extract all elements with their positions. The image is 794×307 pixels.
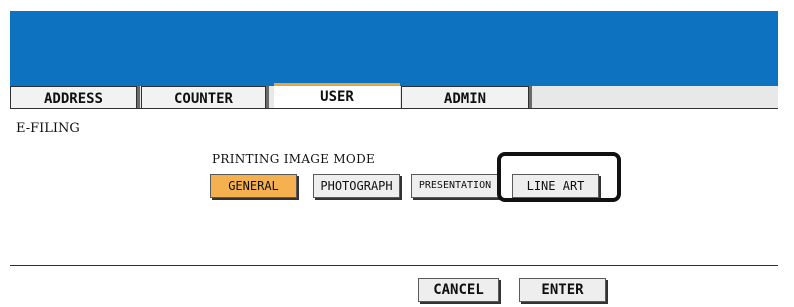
panel-border-top [10,108,778,109]
tab-user[interactable]: USER [274,83,400,109]
section-title: E-FILING [16,121,80,136]
divider [10,265,778,266]
content-panel: E-FILING PRINTING IMAGE MODE GENERAL PHO… [10,108,778,307]
option-photograph[interactable]: PHOTOGRAPH [313,174,400,198]
tab-admin[interactable]: ADMIN [401,86,529,108]
header-bar [10,11,778,86]
option-general[interactable]: GENERAL [210,174,297,198]
device-screen: ADDRESS COUNTER USER ADMIN E-FILING PRIN… [0,0,794,307]
cancel-button[interactable]: CANCEL [418,278,499,302]
tab-address[interactable]: ADDRESS [10,86,137,108]
option-presentation[interactable]: PRESENTATION [411,174,499,198]
printing-image-mode-label: PRINTING IMAGE MODE [212,152,376,166]
enter-highlight-frame [497,152,621,202]
tab-separator [529,86,532,108]
tab-separator [137,86,140,108]
tab-bar: ADDRESS COUNTER USER ADMIN [10,83,778,109]
enter-button[interactable]: ENTER [519,278,606,302]
tab-counter[interactable]: COUNTER [141,86,266,108]
tab-separator [266,86,269,108]
